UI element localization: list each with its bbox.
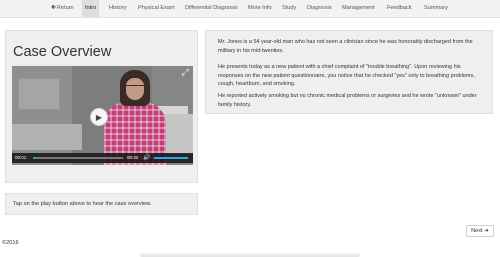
video-controls: 00:01 00:32 🔊 — [12, 153, 193, 163]
description-paragraph: Mr. Jones is a 54 year-old man who has n… — [218, 39, 473, 54]
instruction-text: Tap on the play button above to hear the… — [13, 201, 152, 207]
case-description-panel: Mr. Jones is a 54 year-old man who has n… — [205, 30, 493, 114]
next-label: Next — [471, 228, 483, 234]
description-paragraph: He presents today as a new patient with … — [218, 64, 475, 88]
case-title: Case Overview — [13, 44, 112, 60]
tab-diagnosis[interactable]: Diagnosis — [307, 0, 332, 17]
volume-slider[interactable] — [154, 157, 188, 159]
left-arrow-icon: 🢀 — [51, 5, 56, 11]
tab-feedback[interactable]: Feedback — [387, 0, 412, 17]
tab-differential-diagnosis[interactable]: Differential Diagnosis — [185, 0, 238, 17]
total-time: 00:32 — [127, 155, 139, 160]
description-paragraph: He reported actively smoking but no chro… — [218, 93, 477, 108]
video-background — [18, 78, 60, 110]
next-button[interactable]: Next ➜ — [466, 225, 494, 237]
fullscreen-icon[interactable]: ⤢ — [180, 67, 190, 77]
bottom-scroll-bar — [140, 253, 360, 257]
tab-intro[interactable]: Intro — [82, 0, 100, 17]
progress-fill — [33, 157, 35, 159]
copyright: ©2016 — [2, 240, 19, 246]
return-button[interactable]: 🢀Return — [48, 0, 77, 17]
video-background — [12, 124, 82, 150]
tab-physical-exam[interactable]: Physical Exam — [138, 0, 175, 17]
play-icon: ▶ — [95, 112, 103, 122]
tab-management[interactable]: Management — [342, 0, 375, 17]
play-button[interactable]: ▶ — [90, 108, 108, 126]
tab-summary[interactable]: Summary — [424, 0, 448, 17]
top-navigation: 🢀Return Intro History Physical Exam Diff… — [0, 0, 500, 18]
current-time: 00:01 — [15, 155, 27, 160]
instruction-box: Tap on the play button above to hear the… — [5, 193, 198, 215]
tab-study[interactable]: Study — [282, 0, 296, 17]
progress-bar[interactable] — [33, 157, 123, 159]
tab-more-info[interactable]: More Info — [248, 0, 272, 17]
right-arrow-icon: ➜ — [482, 228, 489, 234]
volume-icon[interactable]: 🔊 — [143, 153, 150, 163]
presenter — [126, 85, 144, 90]
tab-history[interactable]: History — [109, 0, 126, 17]
